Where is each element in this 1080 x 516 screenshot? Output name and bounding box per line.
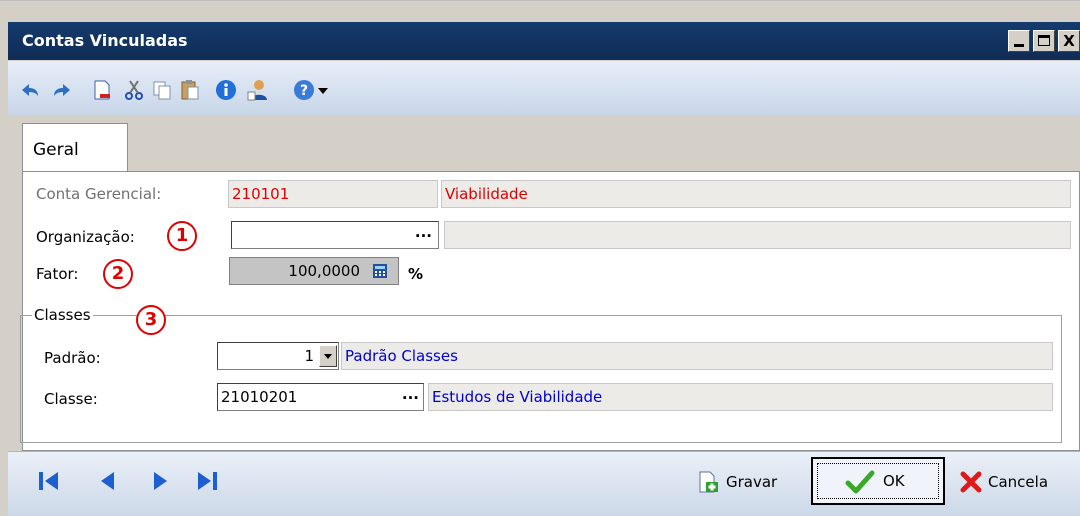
organizacao-lookup-button[interactable]: ... [415, 219, 432, 245]
checkmark-icon [845, 470, 875, 494]
fator-value: 100,0000 [288, 262, 360, 280]
gravar-button[interactable]: Gravar [696, 465, 777, 499]
ok-button[interactable]: OK [811, 457, 945, 505]
next-record-icon[interactable] [148, 466, 174, 496]
calculator-icon[interactable] [372, 263, 388, 279]
first-record-icon[interactable] [36, 466, 62, 496]
organizacao-name [444, 221, 1071, 249]
previous-record-icon[interactable] [94, 466, 120, 496]
chevron-down-icon[interactable] [319, 345, 337, 367]
classe-value: 21010201 [221, 388, 298, 406]
cancela-label: Cancela [988, 473, 1049, 491]
tab-geral-label: Geral [33, 140, 79, 160]
conta-gerencial-code: 210101 [228, 180, 438, 208]
classe-input[interactable]: 21010201 ... [217, 383, 424, 411]
classe-lookup-button[interactable]: ... [402, 381, 419, 407]
padrao-label: Padrão: [44, 349, 101, 367]
padrao-name: Padrão Classes [341, 342, 1053, 370]
organizacao-label: Organização: [36, 228, 135, 246]
organizacao-input[interactable]: ... [231, 221, 439, 249]
classes-group-label: Classes [32, 306, 93, 324]
marker-3: 3 [136, 305, 166, 335]
classe-label: Classe: [44, 390, 98, 408]
copy-icon[interactable] [150, 78, 174, 102]
tab-geral[interactable]: Geral [22, 123, 128, 173]
conta-gerencial-label: Conta Gerencial: [36, 185, 162, 203]
padrao-select[interactable]: 1 [217, 342, 339, 370]
minimize-button[interactable] [1008, 30, 1030, 52]
cancel-x-icon [960, 471, 982, 493]
ok-label: OK [883, 472, 905, 490]
marker-1: 1 [167, 221, 197, 251]
new-document-icon[interactable] [90, 78, 114, 102]
classes-group [20, 315, 1062, 443]
ok-focus-rect [817, 463, 939, 499]
fator-input[interactable]: 100,0000 [229, 257, 399, 285]
info-icon[interactable] [214, 78, 238, 102]
fator-unit: % [408, 265, 424, 283]
title-bar: Contas Vinculadas X [8, 22, 1080, 60]
conta-gerencial-name: Viabilidade [441, 180, 1071, 208]
help-icon[interactable]: ? [292, 78, 316, 102]
undo-icon[interactable] [18, 78, 42, 102]
window-controls: X [1008, 30, 1080, 52]
redo-icon[interactable] [50, 78, 74, 102]
padrao-value: 1 [304, 347, 314, 365]
close-button[interactable]: X [1058, 30, 1080, 52]
classe-name: Estudos de Viabilidade [428, 383, 1053, 411]
svg-text:?: ? [300, 83, 308, 99]
maximize-button[interactable] [1033, 30, 1055, 52]
fator-label: Fator: [36, 265, 79, 283]
paste-icon[interactable] [178, 78, 202, 102]
save-icon [699, 471, 718, 493]
toolbar: ? [8, 61, 1080, 116]
gravar-label: Gravar [726, 473, 778, 491]
dropdown-arrow-icon[interactable] [316, 78, 330, 102]
window-title: Contas Vinculadas [22, 31, 188, 50]
cancela-button[interactable]: Cancela [960, 465, 1048, 499]
cut-icon[interactable] [122, 78, 146, 102]
marker-2: 2 [103, 259, 133, 289]
user-icon[interactable] [246, 78, 270, 102]
last-record-icon[interactable] [194, 466, 220, 496]
contas-vinculadas-window: Contas Vinculadas X ? Geral Conta Gerenc… [0, 0, 1080, 516]
